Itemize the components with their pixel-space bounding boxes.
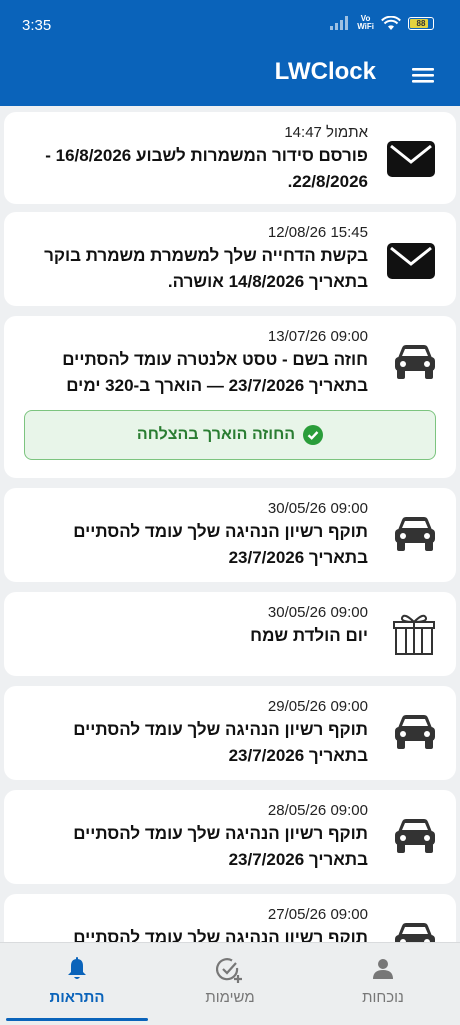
- envelope-icon: [386, 242, 436, 285]
- bell-icon: [66, 957, 88, 986]
- nav-label: משימות: [205, 989, 255, 1006]
- notification-time: 09:00 30/05/26: [267, 604, 368, 621]
- battery-icon: 88: [408, 16, 434, 30]
- car-icon: [394, 714, 436, 755]
- notification-time: 15:45 12/08/26: [267, 224, 368, 241]
- notification-message: תוקף רשיון הנהיגה שלך עומד להסתיים בתארי…: [73, 928, 368, 942]
- task-check-icon: [215, 957, 244, 988]
- gift-icon: [392, 610, 436, 661]
- app-bar: LWClock: [0, 52, 460, 106]
- envelope-icon: [386, 140, 436, 183]
- nav-tab-tasks[interactable]: משימות: [155, 943, 305, 1023]
- status-icons: Vo WiFi 88: [330, 15, 434, 31]
- notification-card[interactable]: 09:00 30/05/26 יום הולדת שמח: [4, 592, 456, 676]
- notification-message: תוקף רשיון הנהיגה שלך עומד להסתיים בתארי…: [73, 824, 368, 869]
- notification-card[interactable]: 15:45 12/08/26 בקשת הדחייה שלך למשמרת מש…: [4, 212, 456, 306]
- notification-card[interactable]: 09:00 30/05/26 תוקף רשיון הנהיגה שלך עומ…: [4, 488, 456, 582]
- battery-level: 88: [416, 18, 426, 28]
- car-icon: [394, 344, 436, 385]
- status-time: 3:35: [22, 17, 52, 34]
- notification-card[interactable]: 09:00 13/07/26 חוזה בשם - טסט אלנטרה עומ…: [4, 316, 456, 478]
- notification-message: בקשת הדחייה שלך למשמרת משמרת בוקר בתאריך…: [44, 246, 368, 291]
- notification-time: 09:00 29/05/26: [267, 698, 368, 715]
- nav-tab-notifications[interactable]: התראות: [2, 943, 152, 1023]
- active-tab-indicator: [6, 1018, 148, 1021]
- nav-label: התראות: [49, 989, 105, 1006]
- notification-card[interactable]: 09:00 29/05/26 תוקף רשיון הנהיגה שלך עומ…: [4, 686, 456, 780]
- success-banner: החוזה הוארך בהצלחה: [24, 410, 436, 460]
- car-icon: [394, 818, 436, 859]
- notification-time: 09:00 27/05/26: [267, 906, 368, 923]
- vowifi-indicator: Vo WiFi: [357, 15, 374, 31]
- notification-time: 09:00 28/05/26: [267, 802, 368, 819]
- car-icon: [394, 922, 436, 942]
- success-text: החוזה הוארך בהצלחה: [136, 426, 296, 443]
- status-bar: 3:35 Vo WiFi 88: [0, 0, 460, 52]
- notification-card[interactable]: 09:00 28/05/26 תוקף רשיון הנהיגה שלך עומ…: [4, 790, 456, 884]
- notification-message: תוקף רשיון הנהיגה שלך עומד להסתיים בתארי…: [73, 522, 368, 567]
- notification-time: 09:00 13/07/26: [267, 328, 368, 345]
- notifications-list[interactable]: אתמול 14:47 פורסם סידור המשמרות לשבוע 16…: [0, 106, 460, 942]
- wifi-icon: [381, 15, 401, 30]
- notification-time: אתמול 14:47: [284, 124, 368, 141]
- notification-message: תוקף רשיון הנהיגה שלך עומד להסתיים בתארי…: [73, 720, 368, 765]
- notification-message: פורסם סידור המשמרות לשבוע 16/8/2026 - 22…: [45, 146, 368, 191]
- nav-label: נוכחות: [362, 989, 404, 1006]
- app-title: LWClock: [274, 58, 376, 85]
- notification-card[interactable]: 09:00 27/05/26 תוקף רשיון הנהיגה שלך עומ…: [4, 894, 456, 942]
- check-circle-icon: [303, 425, 324, 445]
- vowifi-bottom: WiFi: [357, 22, 374, 31]
- hamburger-menu-icon[interactable]: [410, 64, 440, 88]
- signal-icon: [330, 16, 349, 30]
- notification-time: 09:00 30/05/26: [267, 500, 368, 517]
- notification-message: יום הולדת שמח: [250, 626, 368, 645]
- nav-tab-attendance[interactable]: נוכחות: [308, 943, 458, 1023]
- car-icon: [394, 516, 436, 557]
- notification-card[interactable]: אתמול 14:47 פורסם סידור המשמרות לשבוע 16…: [4, 112, 456, 204]
- notification-message: חוזה בשם - טסט אלנטרה עומד להסתיים בתארי…: [62, 350, 368, 395]
- bottom-navigation: התראות משימות נוכחות: [0, 942, 460, 1025]
- person-icon: [372, 957, 394, 986]
